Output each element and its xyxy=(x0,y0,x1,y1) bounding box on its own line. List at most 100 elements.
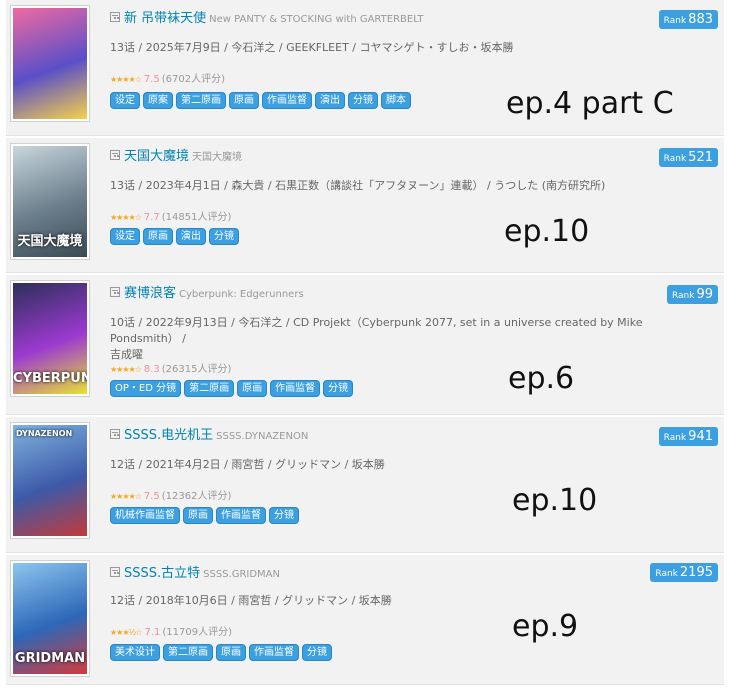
rank-badge: Rank 2195 xyxy=(650,563,718,582)
episode-note: ep.6 xyxy=(508,361,575,396)
calendar-icon xyxy=(110,150,120,160)
staff-tags: 机械作画监督 原画 作画监督 分镜 xyxy=(110,503,302,524)
staff-tags: OP・ED 分镜 第二原画 原画 作画监督 分镜 xyxy=(110,376,356,397)
score: 7.5 xyxy=(143,74,160,85)
cover-title-text: CYBERPUNK xyxy=(13,371,87,386)
original-title: Cyberpunk: Edgerunners xyxy=(179,289,304,300)
anime-item[interactable]: CYBERPUNK 赛博浪客Cyberpunk: Edgerunners 10话 /… xyxy=(6,275,724,415)
calendar-icon xyxy=(110,567,120,577)
original-title: 天国大魔境 xyxy=(192,152,243,163)
score: 7.1 xyxy=(144,627,161,638)
rank-number: 883 xyxy=(688,12,713,27)
staff-tag[interactable]: 美术设计 xyxy=(110,644,160,661)
staff-tag[interactable]: 分镜 xyxy=(302,644,332,661)
title-link[interactable]: 赛博浪客 xyxy=(124,286,176,301)
info-text: 13话 / 2023年4月1日 / 森大貴 / 石黒正数（講談社「アフタヌーン」… xyxy=(110,178,710,194)
title-link[interactable]: 天国大魔境 xyxy=(124,149,189,164)
rank-label: Rank xyxy=(663,433,687,443)
episode-note: ep.10 xyxy=(504,214,590,249)
title-row: 新 吊带袜天使 New PANTY & STOCKING with GARTERB… xyxy=(110,7,424,26)
rank-number: 2195 xyxy=(679,565,713,580)
score: 7.5 xyxy=(143,491,160,502)
cover-title-text: 天国大魔境 xyxy=(17,234,83,249)
staff-tag[interactable]: 第二原画 xyxy=(184,380,235,397)
rank-label: Rank xyxy=(655,569,678,579)
staff-tag[interactable]: 分镜 xyxy=(209,228,239,245)
title-row: SSSS.古立特 SSSS.GRIDMAN xyxy=(110,562,280,581)
staff-tag[interactable]: 设定 xyxy=(110,228,140,245)
cover-image[interactable] xyxy=(10,5,90,122)
staff-tag[interactable]: OP・ED 分镜 xyxy=(110,380,182,397)
vote-count: (26315人评分) xyxy=(161,364,232,375)
info-line: 13话 / 2023年4月1日 / 森大貴 / 石黒正数（講談社「アフタヌーン」… xyxy=(110,179,606,192)
cover-title-text: DYNAZENON xyxy=(16,429,73,438)
rank-number: 521 xyxy=(688,150,713,165)
info-text: 12话 / 2021年4月2日 / 雨宮哲 / グリッドマン / 坂本勝 xyxy=(110,457,710,473)
rank-badge: Rank 99 xyxy=(666,285,718,304)
anime-item[interactable]: DYNAZENON SSSS.电光机王 SSSS.DYNAZENON 12话 / 20… xyxy=(6,417,724,553)
episode-note: ep.9 xyxy=(512,609,579,644)
title-link[interactable]: SSSS.古立特 xyxy=(124,566,200,581)
score: 7.7 xyxy=(143,212,160,223)
staff-tag[interactable]: 原画 xyxy=(143,228,173,245)
vote-count: (11709人评分) xyxy=(162,627,232,638)
star-rating-icon: ★★★★☆ xyxy=(110,365,142,374)
staff-tag[interactable]: 设定 xyxy=(110,92,140,109)
original-title: SSSS.GRIDMAN xyxy=(203,569,281,580)
staff-tag[interactable]: 分镜 xyxy=(269,507,299,524)
staff-tag[interactable]: 第二原画 xyxy=(176,92,226,109)
rank-badge: Rank 521 xyxy=(658,148,718,167)
staff-tag[interactable]: 演出 xyxy=(315,92,345,109)
cover-image[interactable]: CYBERPUNK xyxy=(10,280,90,397)
staff-tag[interactable]: 原案 xyxy=(143,92,173,109)
staff-tags: 设定 原案 第二原画 原画 作画监督 演出 分镜 脚本 xyxy=(110,88,414,109)
title-row: 赛博浪客 Cyberpunk: Edgerunners xyxy=(110,282,304,301)
rating: ★★★★☆ 7.5 (12362人评分) xyxy=(110,487,231,502)
rank-label: Rank xyxy=(671,291,695,301)
info-text: 13话 / 2025年7月9日 / 今石洋之 / GEEKFLEET / コヤマ… xyxy=(110,40,710,56)
rank-label: Rank xyxy=(663,16,687,26)
cover-art: CYBERPUNK xyxy=(13,283,87,394)
cover-image[interactable]: DYNAZENON xyxy=(10,422,90,539)
calendar-icon xyxy=(110,429,120,439)
rating: ★★★½☆ 7.1 (11709人评分) xyxy=(110,623,232,638)
rank-number: 941 xyxy=(688,429,713,444)
staff-tag[interactable]: 原画 xyxy=(237,380,268,397)
anime-item[interactable]: GRIDMAN SSSS.古立特 SSSS.GRIDMAN 12话 / 2018年10… xyxy=(6,555,724,685)
staff-tag[interactable]: 作画监督 xyxy=(249,644,299,661)
info-line: 12话 / 2021年4月2日 / 雨宮哲 / グリッドマン / 坂本勝 xyxy=(110,458,385,471)
episode-note: ep.10 xyxy=(512,483,598,518)
staff-tags: 美术设计 第二原画 原画 作画监督 分镜 xyxy=(110,640,335,661)
title-link[interactable]: 新 吊带袜天使 xyxy=(124,11,206,26)
staff-tag[interactable]: 原画 xyxy=(183,507,213,524)
staff-tag[interactable]: 机械作画监督 xyxy=(110,507,180,524)
calendar-icon xyxy=(110,12,120,22)
staff-tag[interactable]: 分镜 xyxy=(348,92,378,109)
staff-tag[interactable]: 作画监督 xyxy=(270,380,321,397)
cover-image[interactable]: 天国大魔境 xyxy=(10,143,90,260)
staff-tag[interactable]: 演出 xyxy=(176,228,206,245)
staff-tag[interactable]: 第二原画 xyxy=(163,644,213,661)
staff-tag[interactable]: 脚本 xyxy=(381,92,411,109)
calendar-icon xyxy=(110,287,120,297)
cover-art: GRIDMAN xyxy=(13,563,87,674)
rating: ★★★★☆ 8.3 (26315人评分) xyxy=(110,360,231,375)
star-rating-icon: ★★★★☆ xyxy=(110,492,142,501)
staff-tag[interactable]: 分镜 xyxy=(323,380,354,397)
title-link[interactable]: SSSS.电光机王 xyxy=(124,428,213,443)
cover-art xyxy=(13,8,87,119)
info-line: 13话 / 2025年7月9日 / 今石洋之 / GEEKFLEET / コヤマ… xyxy=(110,41,514,54)
staff-tag[interactable]: 作画监督 xyxy=(262,92,312,109)
rank-badge: Rank 941 xyxy=(658,427,718,446)
anime-item[interactable]: 新 吊带袜天使 New PANTY & STOCKING with GARTERB… xyxy=(6,0,724,136)
staff-tag[interactable]: 作画监督 xyxy=(216,507,266,524)
cover-image[interactable]: GRIDMAN xyxy=(10,560,90,677)
anime-item[interactable]: 天国大魔境 天国大魔境 天国大魔境 13话 / 2023年4月1日 / 森大貴 / 石… xyxy=(6,138,724,273)
vote-count: (6702人评分) xyxy=(161,74,226,85)
rank-label: Rank xyxy=(663,154,687,164)
rank-badge: Rank 883 xyxy=(658,10,718,29)
star-rating-icon: ★★★★☆ xyxy=(110,213,142,222)
info-text: 10话 / 2022年9月13日 / 今石洋之 / CD Projekt（Cyb… xyxy=(110,315,710,363)
staff-tag[interactable]: 原画 xyxy=(229,92,259,109)
staff-tag[interactable]: 原画 xyxy=(216,644,246,661)
